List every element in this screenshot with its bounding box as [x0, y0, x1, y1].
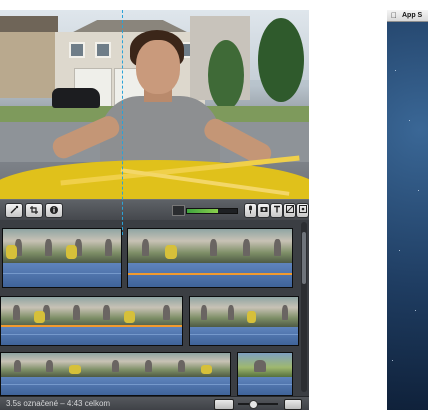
video-clip[interactable]	[0, 296, 183, 346]
microphone-icon[interactable]	[244, 203, 257, 218]
map-icon[interactable]	[296, 203, 309, 218]
audio-level-fill	[187, 209, 218, 213]
wallpaper-star	[415, 310, 416, 311]
app-menu-title[interactable]: App S	[402, 11, 422, 20]
crop-icon[interactable]	[25, 203, 43, 218]
audio-level-meter	[186, 208, 238, 214]
wallpaper-star	[409, 120, 410, 121]
viewer-tree	[258, 18, 304, 102]
viewer-person-face	[136, 40, 180, 94]
zoom-slider-knob[interactable]	[249, 400, 258, 409]
transition-icon[interactable]	[283, 203, 296, 218]
zoom-slider-icon[interactable]	[284, 399, 302, 410]
skimmer-playhead[interactable]	[122, 10, 123, 235]
wallpaper-star	[418, 190, 419, 191]
wand-icon[interactable]	[5, 203, 23, 218]
wallpaper-star	[399, 250, 400, 251]
selection-duration-text: 3.5s označené – 4:43 celkom	[6, 399, 111, 408]
view-toggle-icon[interactable]	[214, 399, 234, 410]
video-clip[interactable]	[237, 352, 293, 396]
title-icon[interactable]	[270, 203, 283, 218]
imovie-window: 3.5s označené – 4:43 celkom	[0, 10, 309, 410]
viewer-tree	[208, 40, 244, 110]
audio-meter-icon	[172, 205, 185, 216]
apple-menu-icon[interactable]: 	[391, 11, 397, 20]
event-browser-scroll-thumb[interactable]	[302, 232, 306, 284]
viewer-toolbar	[0, 199, 309, 220]
info-icon[interactable]	[45, 203, 63, 218]
selection-range[interactable]	[128, 273, 292, 275]
camera-icon[interactable]	[257, 203, 270, 218]
video-clip[interactable]	[189, 296, 299, 346]
menu-bar:  App S	[387, 10, 428, 22]
event-browser	[0, 220, 309, 396]
video-clip[interactable]	[0, 352, 231, 396]
video-viewer[interactable]	[0, 10, 309, 199]
selection-range[interactable]	[1, 325, 182, 327]
zoom-slider[interactable]	[238, 403, 278, 405]
status-bar: 3.5s označené – 4:43 celkom	[0, 396, 309, 410]
viewer-kayak	[0, 160, 309, 199]
mac-desktop-window:  App S	[387, 10, 428, 410]
wallpaper-star	[395, 70, 396, 71]
video-clip[interactable]	[2, 228, 122, 288]
video-clip[interactable]	[127, 228, 293, 288]
viewer-house-left	[0, 16, 58, 98]
wallpaper-star	[392, 360, 393, 361]
viewer-car	[52, 88, 100, 108]
